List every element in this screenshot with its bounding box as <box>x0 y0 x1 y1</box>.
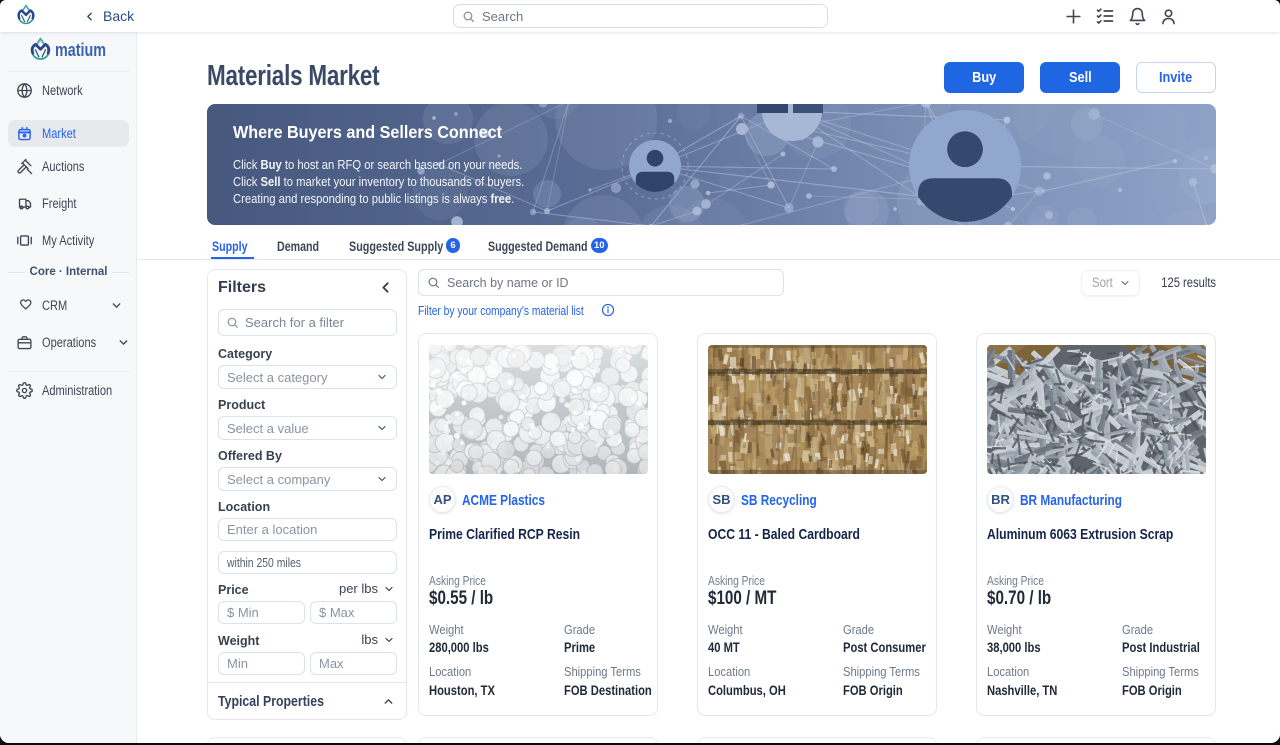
svg-text:matium: matium <box>55 39 106 60</box>
